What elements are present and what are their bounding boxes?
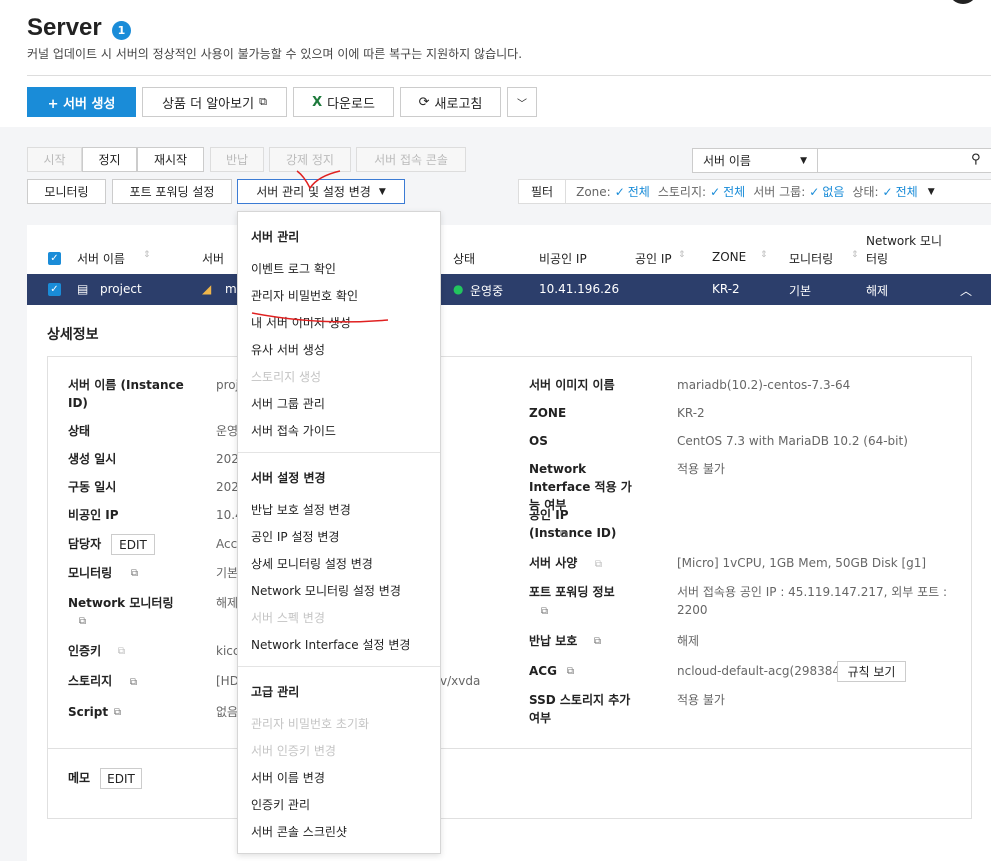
annotation-overlay: [251, 170, 389, 323]
annotation-checkmark: [296, 170, 341, 190]
annotation-underline: [251, 312, 389, 323]
